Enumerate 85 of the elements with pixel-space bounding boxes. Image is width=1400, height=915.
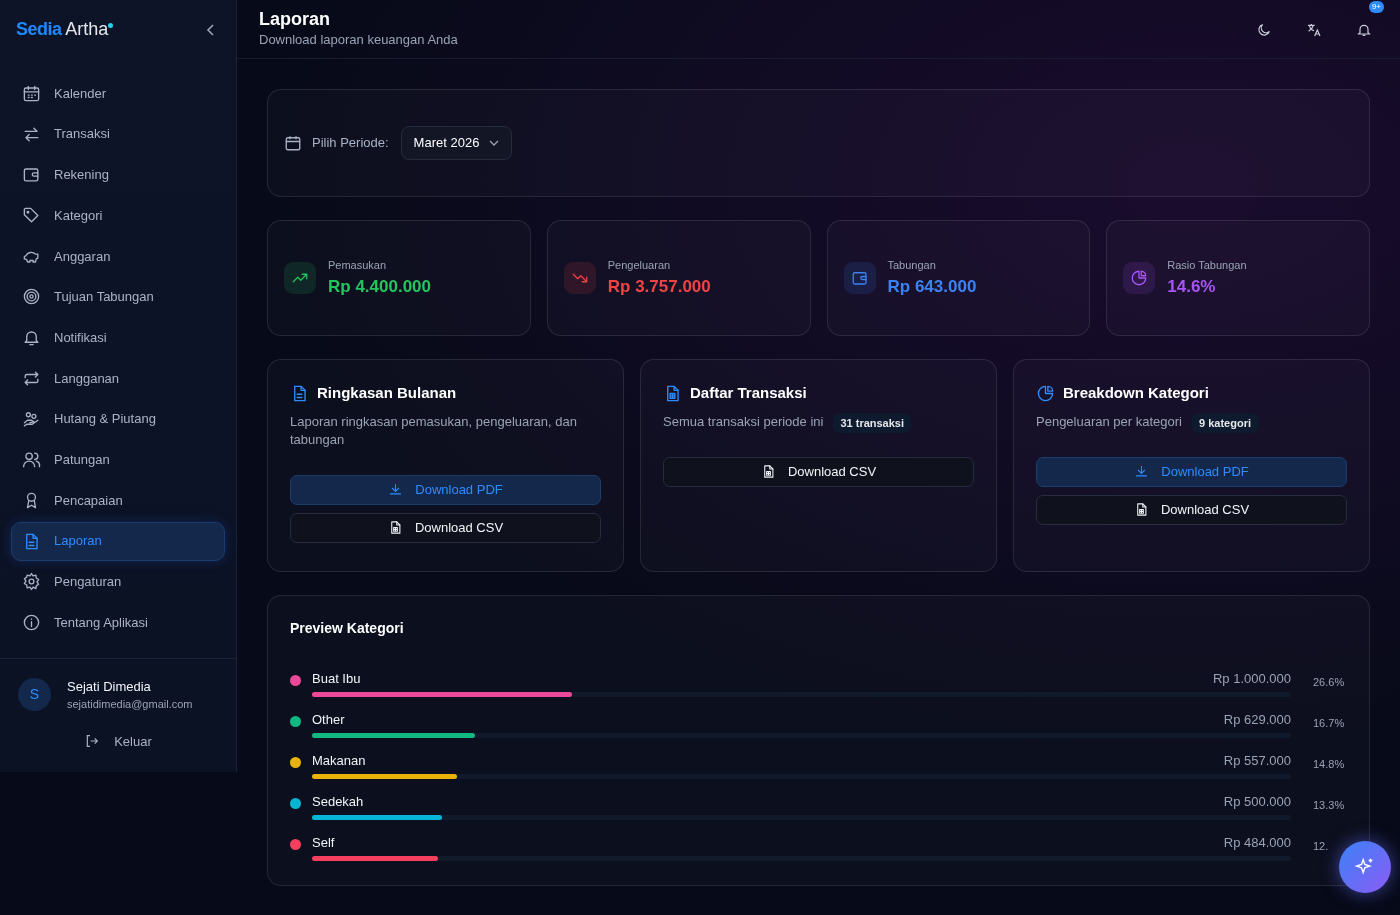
tag-icon xyxy=(22,206,41,226)
stat-label: Pengeluaran xyxy=(607,258,672,273)
category-percent: 26.6% xyxy=(1312,675,1346,690)
download-button[interactable]: Download PDF xyxy=(290,474,601,505)
hand-coins-icon xyxy=(22,409,41,429)
user-name: Sejati Dimedia xyxy=(67,677,152,696)
stat-value: Rp 643.000 xyxy=(887,275,977,298)
card-title: Breakdown Kategori xyxy=(1063,383,1209,403)
wallet-icon xyxy=(850,269,869,287)
gear-icon xyxy=(22,572,41,592)
nav-item[interactable]: Anggaran xyxy=(11,236,225,276)
users-icon xyxy=(22,450,41,470)
nav-item[interactable]: Pencapaian xyxy=(11,480,225,520)
card-description: Laporan ringkasan pemasukan, pengeluaran, dan tabungan xyxy=(290,412,578,450)
stat-label: Rasio Tabungan xyxy=(1167,258,1247,273)
repeat-icon xyxy=(22,368,41,388)
category-name: Sedekah xyxy=(312,793,364,811)
stat-value: Rp 3.757.000 xyxy=(607,275,711,298)
page-title: Laporan xyxy=(259,8,331,30)
card-description: Pengeluaran per kategori xyxy=(1036,412,1182,431)
stat-label: Pemasukan xyxy=(328,258,388,273)
target-icon xyxy=(22,287,41,307)
category-name: Buat Ibu xyxy=(312,670,361,688)
category-percent: 12. xyxy=(1312,839,1330,854)
user-avatar: S xyxy=(18,678,51,711)
pie-chart-icon xyxy=(1130,269,1149,287)
nav-item[interactable]: Tujuan Tabungan xyxy=(11,277,225,317)
download-icon xyxy=(1134,464,1150,479)
nav-item[interactable]: Notifikasi xyxy=(11,318,225,358)
info-icon xyxy=(22,612,41,632)
stat-label: Tabungan xyxy=(887,258,937,273)
category-percent: 16.7% xyxy=(1312,716,1346,731)
category-name: Other xyxy=(312,711,345,729)
category-amount: Rp 629.000 xyxy=(1223,711,1291,729)
ai-assistant-button[interactable] xyxy=(1339,841,1391,893)
chevron-down-icon xyxy=(489,139,500,147)
status-dot xyxy=(108,22,114,28)
nav-item[interactable]: Kalender xyxy=(11,74,225,113)
category-percent: 14.8% xyxy=(1312,757,1346,772)
card-title: Ringkasan Bulanan xyxy=(317,383,457,403)
calendar-icon xyxy=(22,84,41,103)
category-amount: Rp 557.000 xyxy=(1223,752,1291,770)
card-description: Semua transaksi periode ini xyxy=(663,412,824,431)
category-amount: Rp 500.000 xyxy=(1223,793,1291,811)
category-amount: Rp 1.000.000 xyxy=(1212,670,1291,688)
stat-value: Rp 4.400.000 xyxy=(328,275,431,298)
download-button[interactable]: Download CSV xyxy=(663,456,974,487)
category-percent: 13.3% xyxy=(1312,798,1346,813)
nav-item[interactable]: Laporan xyxy=(11,521,225,561)
moon-icon xyxy=(1256,21,1272,38)
period-select[interactable]: Maret 2026 xyxy=(400,126,513,160)
count-badge: 9 kategori xyxy=(1192,412,1258,433)
logout-button[interactable]: Keluar xyxy=(78,730,158,752)
logout-icon xyxy=(84,733,101,750)
brand-name: Artha xyxy=(65,18,109,39)
download-button[interactable]: Download PDF xyxy=(1036,456,1347,487)
page-subtitle: Download laporan keuangan Anda xyxy=(259,30,458,49)
translate-icon xyxy=(1306,21,1322,38)
nav-item[interactable]: Tentang Aplikasi xyxy=(11,602,225,642)
period-label: Pilih Periode: xyxy=(312,134,389,153)
category-name: Makanan xyxy=(312,752,366,770)
count-badge: 31 transaksi xyxy=(833,412,912,433)
notification-badge: 9+ xyxy=(1368,1,1384,13)
category-name: Self xyxy=(312,834,335,852)
nav-item[interactable]: Patungan xyxy=(11,440,225,480)
nav-item[interactable]: Hutang & Piutang xyxy=(11,399,225,439)
section-title: Preview Kategori xyxy=(290,619,405,638)
nav-item[interactable]: Rekening xyxy=(11,155,225,195)
pie-chart-icon xyxy=(1036,383,1055,403)
nav-item[interactable]: Langganan xyxy=(11,358,225,398)
user-email: sejatidimedia@gmail.com xyxy=(67,697,193,712)
category-amount: Rp 484.000 xyxy=(1223,834,1291,852)
chevron-left-icon xyxy=(206,23,216,36)
nav-item[interactable]: Kategori xyxy=(11,196,225,236)
download-button[interactable]: Download CSV xyxy=(290,512,601,543)
download-button[interactable]: Download CSV xyxy=(1036,494,1347,525)
card-title: Daftar Transaksi xyxy=(690,383,807,403)
nav-item[interactable]: Pengaturan xyxy=(11,562,225,602)
wallet-icon xyxy=(22,165,41,185)
calendar-icon xyxy=(284,134,302,152)
brand-logo: Sedia xyxy=(16,18,62,39)
nav-item[interactable]: Transaksi xyxy=(11,114,225,154)
stat-value: 14.6% xyxy=(1167,275,1217,298)
bell-icon xyxy=(22,328,41,348)
download-icon xyxy=(388,482,404,497)
